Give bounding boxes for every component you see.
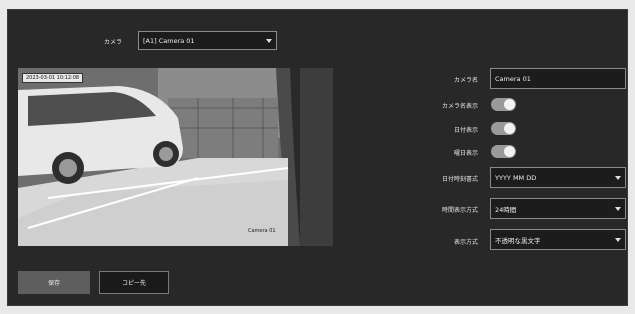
chevron-down-icon: [266, 38, 272, 43]
chevron-down-icon: [615, 237, 621, 242]
show-weekday-label: 曜日表示: [453, 150, 478, 157]
camera-name-input[interactable]: Camera 01: [490, 68, 626, 89]
show-date-toggle[interactable]: [491, 122, 516, 135]
camera-name-label: カメラ名: [453, 77, 478, 84]
preview-camera-caption: Camera 01: [248, 228, 276, 234]
chevron-down-icon: [615, 175, 621, 180]
date-format-select[interactable]: YYYY MM DD: [490, 167, 626, 188]
camera-select-label: カメラ: [104, 39, 123, 46]
show-weekday-toggle[interactable]: [491, 145, 516, 158]
preview-timestamp: 2023-03-01 10:12:08: [22, 73, 84, 83]
time-format-label: 時間表示方式: [441, 207, 478, 214]
camera-select-value: [A1] Camera 01: [143, 36, 195, 45]
display-mode-label: 表示方式: [453, 239, 478, 246]
camera-name-value: Camera 01: [495, 74, 531, 83]
save-button[interactable]: 保存: [18, 271, 90, 294]
time-format-value: 24時間: [495, 205, 517, 214]
display-mode-value: 不透明な黒文字: [495, 236, 541, 245]
show-date-label: 日付表示: [453, 127, 478, 134]
camera-preview: 2023-03-01 10:12:08 Camera 01: [18, 68, 333, 246]
copy-to-button[interactable]: コピー先: [99, 271, 169, 294]
chevron-down-icon: [615, 206, 621, 211]
time-format-select[interactable]: 24時間: [490, 198, 626, 219]
camera-scene-image: [18, 68, 333, 246]
camera-select[interactable]: [A1] Camera 01: [138, 31, 277, 50]
show-camera-name-toggle[interactable]: [491, 98, 516, 111]
date-format-value: YYYY MM DD: [495, 173, 537, 182]
date-format-label: 日付時刻書式: [441, 176, 478, 183]
show-camera-name-label: カメラ名表示: [441, 103, 478, 110]
display-mode-select[interactable]: 不透明な黒文字: [490, 229, 626, 250]
